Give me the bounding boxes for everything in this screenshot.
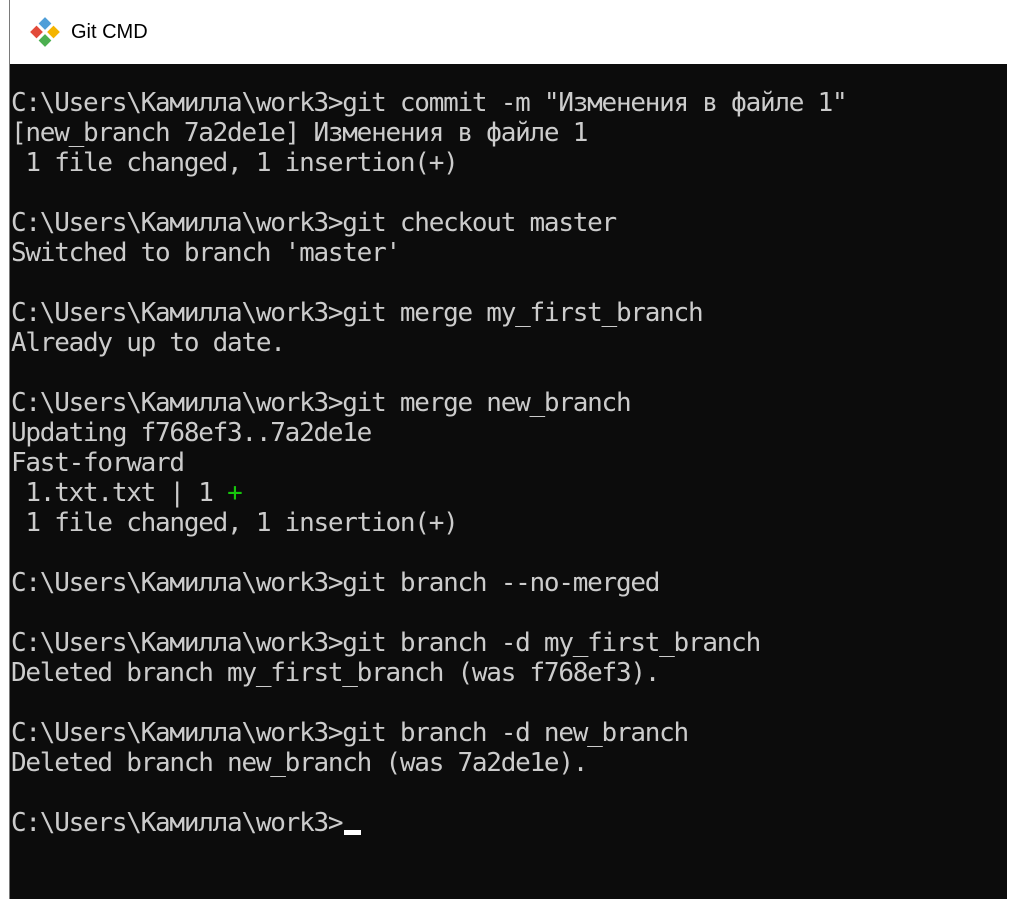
console-line: C:\Users\Камилла\work3>git merge new_bra… (11, 388, 632, 418)
console-line: C:\Users\Камилла\work3>git commit -m "Из… (11, 88, 848, 118)
console-line: Deleted branch new_branch (was 7a2de1e). (11, 748, 588, 778)
console-line: 1 file changed, 1 insertion(+) (11, 148, 458, 178)
console-line: Already up to date. (11, 328, 286, 358)
git-cmd-window: Git CMD C:\Users\Камилла\work3>git commi… (0, 0, 1010, 899)
console-line: C:\Users\Камилла\work3>git merge my_firs… (11, 298, 704, 328)
diffstat-line: 1.txt.txt | 1 + (11, 478, 1007, 508)
command-prompt: C:\Users\Камилла\work3> (11, 808, 344, 838)
diffstat-text: 1.txt.txt | 1 (11, 478, 228, 508)
console-line: Fast-forward (11, 448, 185, 478)
console-line: Updating f768ef3..7a2de1e (11, 418, 372, 448)
console-line: C:\Users\Камилла\work3>git branch -d my_… (11, 628, 761, 658)
console-line: [new_branch 7a2de1e] Изменения в файле 1 (11, 118, 588, 148)
console-line: 1 file changed, 1 insertion(+) (11, 508, 458, 538)
text-cursor (344, 830, 362, 835)
console-line: Deleted branch my_first_branch (was f768… (11, 658, 660, 688)
console-line: C:\Users\Камилла\work3>git branch --no-m… (11, 568, 660, 598)
window-left-edge (0, 0, 10, 899)
console-line: C:\Users\Камилла\work3>git checkout mast… (11, 208, 617, 238)
window-title: Git CMD (71, 20, 148, 43)
console-line: Switched to branch 'master' (11, 238, 401, 268)
console-output[interactable]: C:\Users\Камилла\work3>git commit -m "Из… (10, 64, 1007, 899)
title-bar[interactable]: Git CMD (10, 0, 1010, 64)
diffstat-plus: + (227, 478, 243, 508)
git-logo-icon (30, 17, 60, 47)
prompt-line[interactable]: C:\Users\Камилла\work3> (11, 808, 1007, 838)
console-line: C:\Users\Камилла\work3>git branch -d new… (11, 718, 689, 748)
